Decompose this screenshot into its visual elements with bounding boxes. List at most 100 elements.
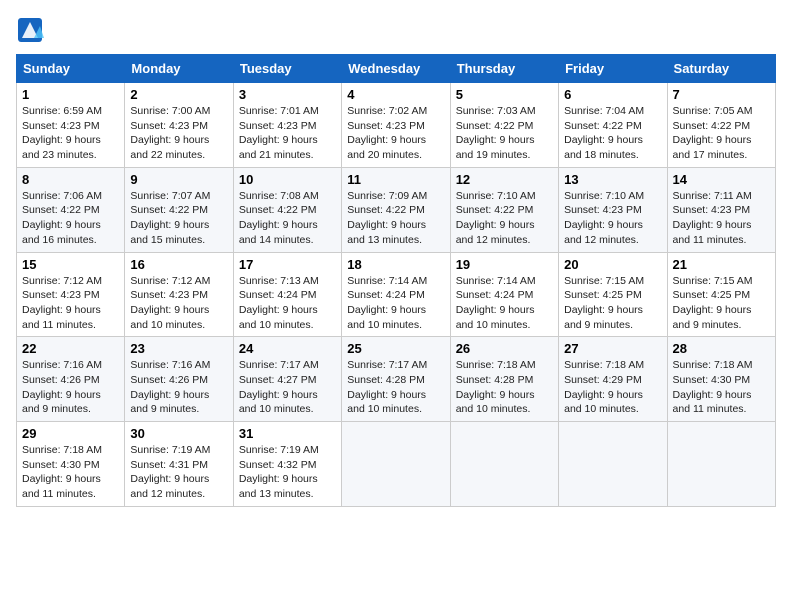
calendar-cell: 19 Sunrise: 7:14 AM Sunset: 4:24 PM Dayli… (450, 252, 558, 337)
day-info: Sunrise: 7:18 AM Sunset: 4:30 PM Dayligh… (673, 358, 770, 417)
calendar-cell: 24 Sunrise: 7:17 AM Sunset: 4:27 PM Dayli… (233, 337, 341, 422)
calendar-week-1: 1 Sunrise: 6:59 AM Sunset: 4:23 PM Daylig… (17, 83, 776, 168)
day-number: 23 (130, 341, 227, 356)
logo-icon (16, 16, 44, 44)
day-number: 22 (22, 341, 119, 356)
calendar-cell: 13Sunrise: 7:10 AM Sunset: 4:23 PM Dayli… (559, 167, 667, 252)
day-info: Sunrise: 7:01 AM Sunset: 4:23 PM Dayligh… (239, 104, 336, 163)
day-info: Sunrise: 7:10 AM Sunset: 4:22 PM Dayligh… (456, 189, 553, 248)
calendar-cell (342, 422, 450, 507)
calendar-cell (667, 422, 775, 507)
day-number: 3 (239, 87, 336, 102)
calendar-cell: 9 Sunrise: 7:07 AM Sunset: 4:22 PM Daylig… (125, 167, 233, 252)
calendar-table: SundayMondayTuesdayWednesdayThursdayFrid… (16, 54, 776, 507)
day-number: 14 (673, 172, 770, 187)
calendar-cell: 4 Sunrise: 7:02 AM Sunset: 4:23 PM Daylig… (342, 83, 450, 168)
day-info: Sunrise: 7:05 AM Sunset: 4:22 PM Dayligh… (673, 104, 770, 163)
day-info: Sunrise: 6:59 AM Sunset: 4:23 PM Dayligh… (22, 104, 119, 163)
day-number: 29 (22, 426, 119, 441)
page-header (16, 16, 776, 44)
day-info: Sunrise: 7:16 AM Sunset: 4:26 PM Dayligh… (130, 358, 227, 417)
day-number: 27 (564, 341, 661, 356)
calendar-header-sunday: Sunday (17, 55, 125, 83)
day-number: 17 (239, 257, 336, 272)
calendar-week-5: 29 Sunrise: 7:18 AM Sunset: 4:30 PM Dayli… (17, 422, 776, 507)
day-number: 2 (130, 87, 227, 102)
calendar-cell: 3 Sunrise: 7:01 AM Sunset: 4:23 PM Daylig… (233, 83, 341, 168)
calendar-cell: 30 Sunrise: 7:19 AM Sunset: 4:31 PM Dayli… (125, 422, 233, 507)
day-info: Sunrise: 7:00 AM Sunset: 4:23 PM Dayligh… (130, 104, 227, 163)
day-number: 30 (130, 426, 227, 441)
day-info: Sunrise: 7:15 AM Sunset: 4:25 PM Dayligh… (564, 274, 661, 333)
day-number: 28 (673, 341, 770, 356)
day-info: Sunrise: 7:12 AM Sunset: 4:23 PM Dayligh… (22, 274, 119, 333)
day-info: Sunrise: 7:18 AM Sunset: 4:28 PM Dayligh… (456, 358, 553, 417)
day-info: Sunrise: 7:18 AM Sunset: 4:29 PM Dayligh… (564, 358, 661, 417)
calendar-cell: 16 Sunrise: 7:12 AM Sunset: 4:23 PM Dayli… (125, 252, 233, 337)
calendar-cell: 6Sunrise: 7:04 AM Sunset: 4:22 PM Daylig… (559, 83, 667, 168)
day-number: 9 (130, 172, 227, 187)
calendar-week-3: 15 Sunrise: 7:12 AM Sunset: 4:23 PM Dayli… (17, 252, 776, 337)
calendar-cell: 20 Sunrise: 7:15 AM Sunset: 4:25 PM Dayli… (559, 252, 667, 337)
day-info: Sunrise: 7:08 AM Sunset: 4:22 PM Dayligh… (239, 189, 336, 248)
calendar-cell: 29 Sunrise: 7:18 AM Sunset: 4:30 PM Dayli… (17, 422, 125, 507)
day-info: Sunrise: 7:11 AM Sunset: 4:23 PM Dayligh… (673, 189, 770, 248)
day-number: 19 (456, 257, 553, 272)
day-info: Sunrise: 7:19 AM Sunset: 4:32 PM Dayligh… (239, 443, 336, 502)
day-number: 15 (22, 257, 119, 272)
calendar-header-saturday: Saturday (667, 55, 775, 83)
day-info: Sunrise: 7:09 AM Sunset: 4:22 PM Dayligh… (347, 189, 444, 248)
day-number: 12 (456, 172, 553, 187)
day-number: 21 (673, 257, 770, 272)
calendar-cell: 27 Sunrise: 7:18 AM Sunset: 4:29 PM Dayli… (559, 337, 667, 422)
day-number: 24 (239, 341, 336, 356)
calendar-cell: 28 Sunrise: 7:18 AM Sunset: 4:30 PM Dayli… (667, 337, 775, 422)
day-number: 6 (564, 87, 661, 102)
day-number: 11 (347, 172, 444, 187)
calendar-cell (450, 422, 558, 507)
day-info: Sunrise: 7:03 AM Sunset: 4:22 PM Dayligh… (456, 104, 553, 163)
calendar-week-4: 22 Sunrise: 7:16 AM Sunset: 4:26 PM Dayli… (17, 337, 776, 422)
day-info: Sunrise: 7:12 AM Sunset: 4:23 PM Dayligh… (130, 274, 227, 333)
calendar-cell: 8 Sunrise: 7:06 AM Sunset: 4:22 PM Daylig… (17, 167, 125, 252)
day-info: Sunrise: 7:06 AM Sunset: 4:22 PM Dayligh… (22, 189, 119, 248)
day-number: 31 (239, 426, 336, 441)
day-info: Sunrise: 7:13 AM Sunset: 4:24 PM Dayligh… (239, 274, 336, 333)
calendar-cell: 14 Sunrise: 7:11 AM Sunset: 4:23 PM Dayli… (667, 167, 775, 252)
calendar-header-tuesday: Tuesday (233, 55, 341, 83)
day-info: Sunrise: 7:18 AM Sunset: 4:30 PM Dayligh… (22, 443, 119, 502)
day-info: Sunrise: 7:14 AM Sunset: 4:24 PM Dayligh… (456, 274, 553, 333)
day-number: 16 (130, 257, 227, 272)
day-number: 8 (22, 172, 119, 187)
calendar-cell: 17 Sunrise: 7:13 AM Sunset: 4:24 PM Dayli… (233, 252, 341, 337)
day-info: Sunrise: 7:10 AM Sunset: 4:23 PM Dayligh… (564, 189, 661, 248)
calendar-cell: 2 Sunrise: 7:00 AM Sunset: 4:23 PM Daylig… (125, 83, 233, 168)
day-info: Sunrise: 7:02 AM Sunset: 4:23 PM Dayligh… (347, 104, 444, 163)
day-number: 26 (456, 341, 553, 356)
calendar-header-wednesday: Wednesday (342, 55, 450, 83)
day-number: 7 (673, 87, 770, 102)
calendar-cell: 5 Sunrise: 7:03 AM Sunset: 4:22 PM Daylig… (450, 83, 558, 168)
day-number: 20 (564, 257, 661, 272)
day-info: Sunrise: 7:07 AM Sunset: 4:22 PM Dayligh… (130, 189, 227, 248)
calendar-cell: 22Sunrise: 7:16 AM Sunset: 4:26 PM Dayli… (17, 337, 125, 422)
calendar-cell: 26 Sunrise: 7:18 AM Sunset: 4:28 PM Dayli… (450, 337, 558, 422)
calendar-cell: 12 Sunrise: 7:10 AM Sunset: 4:22 PM Dayli… (450, 167, 558, 252)
calendar-cell: 15 Sunrise: 7:12 AM Sunset: 4:23 PM Dayli… (17, 252, 125, 337)
logo (16, 16, 48, 44)
day-info: Sunrise: 7:17 AM Sunset: 4:27 PM Dayligh… (239, 358, 336, 417)
calendar-cell: 23 Sunrise: 7:16 AM Sunset: 4:26 PM Dayli… (125, 337, 233, 422)
day-info: Sunrise: 7:14 AM Sunset: 4:24 PM Dayligh… (347, 274, 444, 333)
day-number: 5 (456, 87, 553, 102)
calendar-cell: 18 Sunrise: 7:14 AM Sunset: 4:24 PM Dayli… (342, 252, 450, 337)
day-number: 18 (347, 257, 444, 272)
calendar-cell (559, 422, 667, 507)
day-info: Sunrise: 7:19 AM Sunset: 4:31 PM Dayligh… (130, 443, 227, 502)
calendar-cell: 31 Sunrise: 7:19 AM Sunset: 4:32 PM Dayli… (233, 422, 341, 507)
day-info: Sunrise: 7:17 AM Sunset: 4:28 PM Dayligh… (347, 358, 444, 417)
day-number: 4 (347, 87, 444, 102)
day-number: 1 (22, 87, 119, 102)
calendar-cell: 7 Sunrise: 7:05 AM Sunset: 4:22 PM Daylig… (667, 83, 775, 168)
calendar-cell: 11 Sunrise: 7:09 AM Sunset: 4:22 PM Dayli… (342, 167, 450, 252)
day-number: 10 (239, 172, 336, 187)
